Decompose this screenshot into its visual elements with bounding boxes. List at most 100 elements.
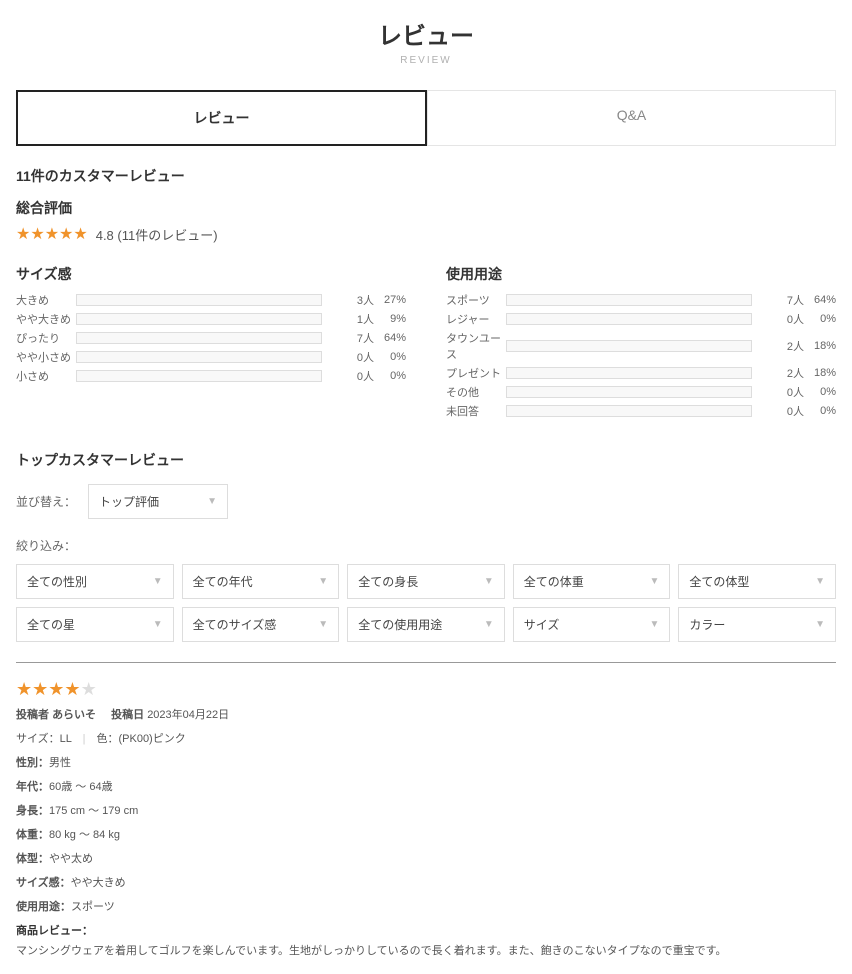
- star-icon: ★: [16, 679, 32, 700]
- bar-pct: 64%: [374, 332, 406, 344]
- bar-row: やや大きめ1人9%: [16, 311, 406, 327]
- review-item: ★★★★★ 投稿者 あらいそ 投稿日 2023年04月22日 サイズ：LL | …: [16, 679, 836, 958]
- bar-pct: 18%: [804, 340, 836, 352]
- chevron-down-icon: ▼: [815, 619, 825, 630]
- sort-select[interactable]: トップ評価 ▼: [88, 484, 228, 519]
- chart-title: 使用用途: [446, 264, 836, 284]
- bar-count: 1人: [350, 311, 374, 327]
- divider: [16, 662, 836, 663]
- filter-select-9[interactable]: カラー▼: [678, 607, 836, 642]
- bar-row: ぴったり 7人64%: [16, 330, 406, 346]
- bar-row: その他0人0%: [446, 384, 836, 400]
- bar-row: 大きめ3人27%: [16, 292, 406, 308]
- star-icon: ★: [81, 679, 97, 700]
- overall-stars: ★★★★★: [16, 224, 88, 244]
- overall-rating: ★★★★★ 4.8 (11件のレビュー): [16, 224, 836, 244]
- bar-label: その他: [446, 384, 506, 400]
- review-stars: ★★★★★: [16, 679, 97, 700]
- bar-label: 未回答: [446, 403, 506, 419]
- bar-label: やや小さめ: [16, 349, 76, 365]
- chevron-down-icon: ▼: [815, 576, 825, 587]
- bar-track: [76, 351, 322, 363]
- bar-row: 小さめ0人0%: [16, 368, 406, 384]
- top-reviews-label: トップカスタマーレビュー: [16, 450, 836, 470]
- chevron-down-icon: ▼: [649, 576, 659, 587]
- bar-row: タウンユース 2人18%: [446, 330, 836, 362]
- review-meta: 投稿者 あらいそ 投稿日 2023年04月22日: [16, 706, 836, 722]
- chevron-down-icon: ▼: [153, 576, 163, 587]
- review-body-label: 商品レビュー：: [16, 922, 836, 938]
- bar-label: 小さめ: [16, 368, 76, 384]
- bar-row: プレゼント2人18%: [446, 365, 836, 381]
- filter-select-3[interactable]: 全ての体重▼: [513, 564, 671, 599]
- review-count: 11件のカスタマーレビュー: [16, 166, 836, 186]
- bar-track: [506, 367, 752, 379]
- bar-track: [506, 405, 752, 417]
- star-icon: ★: [30, 224, 44, 244]
- bar-pct: 0%: [804, 386, 836, 398]
- review-date: 2023年04月22日: [147, 709, 229, 721]
- review-body: マンシングウェアを着用してゴルフを楽しんでいます。生地がしっかりしているので長く…: [16, 942, 836, 958]
- filter-select-6[interactable]: 全てのサイズ感▼: [182, 607, 340, 642]
- bar-count: 0人: [780, 403, 804, 419]
- bar-row: 未回答 0人0%: [446, 403, 836, 419]
- overall-score: 4.8 (11件のレビュー): [96, 225, 218, 244]
- bar-count: 0人: [780, 311, 804, 327]
- chevron-down-icon: ▼: [318, 576, 328, 587]
- bar-pct: 0%: [804, 405, 836, 417]
- star-icon: ★: [32, 679, 48, 700]
- filter-select-7[interactable]: 全ての使用用途▼: [347, 607, 505, 642]
- star-icon: ★: [48, 679, 64, 700]
- filter-select-1[interactable]: 全ての年代▼: [182, 564, 340, 599]
- bar-pct: 27%: [374, 294, 406, 306]
- bar-count: 2人: [780, 365, 804, 381]
- chevron-down-icon: ▼: [484, 576, 494, 587]
- bar-pct: 18%: [804, 367, 836, 379]
- charts: サイズ感大きめ3人27%やや大きめ1人9%ぴったり7人64%やや小さめ0人0%小…: [16, 264, 836, 422]
- chevron-down-icon: ▼: [207, 496, 217, 507]
- bar-count: 0人: [350, 368, 374, 384]
- star-icon: ★: [64, 679, 80, 700]
- page-title: レビュー: [16, 16, 836, 51]
- filter-select-8[interactable]: サイズ▼: [513, 607, 671, 642]
- star-icon: ★: [16, 224, 30, 244]
- bar-label: やや大きめ: [16, 311, 76, 327]
- tab-qa[interactable]: Q&A: [427, 90, 836, 146]
- bar-track: [506, 340, 752, 352]
- chart-size: サイズ感大きめ3人27%やや大きめ1人9%ぴったり7人64%やや小さめ0人0%小…: [16, 264, 406, 422]
- bar-count: 7人: [350, 330, 374, 346]
- bar-label: スポーツ: [446, 292, 506, 308]
- bar-track: [506, 386, 752, 398]
- bar-row: やや小さめ 0人0%: [16, 349, 406, 365]
- star-icon: ★: [59, 224, 73, 244]
- tab-review[interactable]: レビュー: [16, 90, 427, 146]
- chevron-down-icon: ▼: [318, 619, 328, 630]
- star-icon: ★: [45, 224, 59, 244]
- bar-label: レジャー: [446, 311, 506, 327]
- sort-row: 並び替え： トップ評価 ▼: [16, 484, 836, 519]
- bar-track: [506, 313, 752, 325]
- bar-pct: 0%: [374, 351, 406, 363]
- chevron-down-icon: ▼: [649, 619, 659, 630]
- filter-grid: 全ての性別▼全ての年代▼全ての身長▼全ての体重▼全ての体型▼ 全ての星▼全てのサイ…: [16, 564, 836, 642]
- filter-select-0[interactable]: 全ての性別▼: [16, 564, 174, 599]
- filter-select-4[interactable]: 全ての体型▼: [678, 564, 836, 599]
- chart-title: サイズ感: [16, 264, 406, 284]
- bar-track: [76, 332, 322, 344]
- bar-row: レジャー 0人0%: [446, 311, 836, 327]
- filter-select-2[interactable]: 全ての身長▼: [347, 564, 505, 599]
- bar-track: [76, 294, 322, 306]
- bar-row: スポーツ7人64%: [446, 292, 836, 308]
- filter-select-5[interactable]: 全ての星▼: [16, 607, 174, 642]
- bar-count: 2人: [780, 338, 804, 354]
- chart-purpose: 使用用途スポーツ7人64%レジャー0人0%タウンユース2人18%プレゼント2人1…: [446, 264, 836, 422]
- bar-count: 3人: [350, 292, 374, 308]
- bar-track: [506, 294, 752, 306]
- bar-label: ぴったり: [16, 330, 76, 346]
- review-attrs: 性別：男性 年代：60歳 ～ 64歳 身長：175 cm ～ 179 cm 体重…: [16, 754, 836, 914]
- bar-pct: 0%: [804, 313, 836, 325]
- bar-pct: 64%: [804, 294, 836, 306]
- bar-label: タウンユース: [446, 330, 506, 362]
- chevron-down-icon: ▼: [484, 619, 494, 630]
- bar-count: 0人: [350, 349, 374, 365]
